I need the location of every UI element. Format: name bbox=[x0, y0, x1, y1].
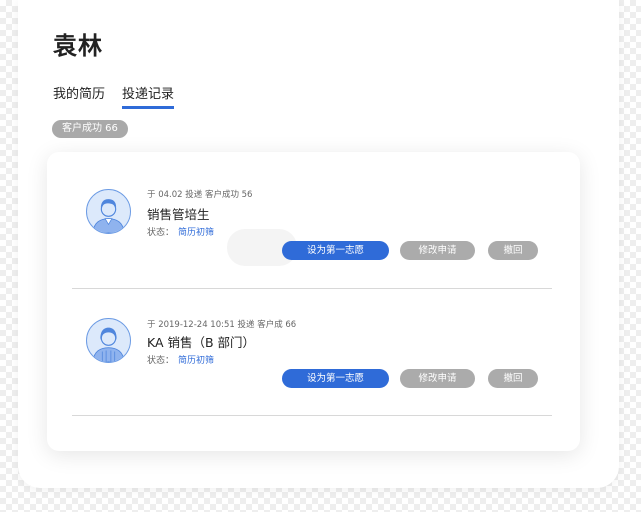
set-first-choice-button[interactable]: 设为第一志愿 bbox=[282, 241, 389, 260]
modify-application-button[interactable]: 修改申请 bbox=[400, 241, 475, 260]
withdraw-button[interactable]: 撤回 bbox=[488, 369, 538, 388]
withdraw-button[interactable]: 撤回 bbox=[488, 241, 538, 260]
tab-application-records[interactable]: 投递记录 bbox=[122, 83, 175, 109]
status-badge: 客户成功 66 bbox=[52, 120, 128, 138]
status-line: 状态： 简历初筛 bbox=[147, 225, 214, 238]
status-line: 状态： 简历初筛 bbox=[147, 353, 214, 366]
list-item: 于 2019-12-24 10:51 投递 客户成 66 KA 销售（B 部门）… bbox=[47, 280, 580, 416]
male-avatar-icon bbox=[86, 189, 131, 234]
modify-application-button[interactable]: 修改申请 bbox=[400, 369, 475, 388]
record-meta: 于 04.02 投递 客户成功 56 bbox=[147, 190, 253, 200]
candidate-name: 袁林 bbox=[53, 32, 103, 60]
set-first-choice-button[interactable]: 设为第一志愿 bbox=[282, 369, 389, 388]
status-value: 简历初筛 bbox=[178, 356, 215, 366]
tab-my-resume[interactable]: 我的简历 bbox=[53, 83, 105, 109]
tab-bar: 我的简历 投递记录 bbox=[53, 83, 175, 109]
record-meta: 于 2019-12-24 10:51 投递 客户成 66 bbox=[147, 320, 297, 330]
list-item: 于 04.02 投递 客户成功 56 销售管培生 状态： 简历初筛 设为第一志愿 … bbox=[47, 152, 580, 289]
female-avatar-icon bbox=[86, 318, 131, 363]
job-title: 销售管培生 bbox=[147, 207, 210, 222]
status-label: 状态： bbox=[147, 228, 175, 238]
status-value: 简历初筛 bbox=[178, 228, 215, 238]
job-title: KA 销售（B 部门） bbox=[147, 335, 256, 350]
records-card: 于 04.02 投递 客户成功 56 销售管培生 状态： 简历初筛 设为第一志愿 … bbox=[47, 152, 580, 451]
status-label: 状态： bbox=[147, 356, 175, 366]
divider bbox=[72, 415, 552, 416]
